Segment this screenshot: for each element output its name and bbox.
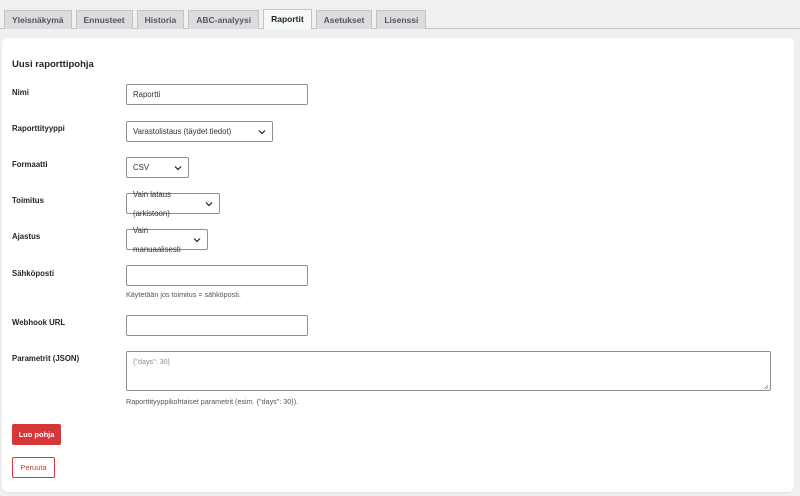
webhook-url-input[interactable]	[126, 315, 308, 336]
tab-forecasts[interactable]: Ennusteet	[75, 10, 133, 29]
name-input[interactable]: Raportti	[126, 84, 308, 105]
chevron-down-icon	[193, 236, 201, 244]
delivery-select[interactable]: Vain lataus (arkistoon)	[126, 190, 220, 218]
email-help-text: Käytetään jos toimitus = sähköposti.	[126, 290, 241, 299]
chevron-down-icon	[174, 164, 182, 172]
tab-history[interactable]: Historia	[136, 10, 185, 29]
params-label: Parametrit (JSON)	[12, 354, 80, 363]
report-template-card: Uusi raporttipohja Nimi Raportti Raportt…	[2, 38, 794, 492]
format-value: CSV	[133, 163, 150, 172]
form-title: Uusi raporttipohja	[12, 59, 94, 70]
params-placeholder: {"days": 30}	[133, 357, 171, 366]
tab-license[interactable]: Lisenssi	[376, 10, 427, 29]
report-type-value: Varastolistaus (täydet tiedot)	[133, 127, 232, 136]
schedule-label: Ajastus	[12, 232, 41, 241]
format-label: Formaatti	[12, 160, 48, 169]
webhook-label: Webhook URL	[12, 318, 66, 327]
chevron-down-icon	[258, 128, 266, 136]
email-label: Sähköposti	[12, 269, 55, 278]
name-label: Nimi	[12, 88, 29, 97]
schedule-select[interactable]: Vain manuaalisesti	[126, 226, 208, 254]
tab-abc-analysis[interactable]: ABC-analyysi	[188, 10, 260, 29]
cancel-button[interactable]: Peruuta	[12, 457, 55, 478]
delivery-label: Toimitus	[12, 196, 44, 205]
tab-overview[interactable]: Yleisnäkymä	[4, 10, 72, 29]
tab-bar: Yleisnäkymä Ennusteet Historia ABC-analy…	[4, 9, 427, 29]
delivery-value: Vain lataus (arkistoon)	[133, 189, 171, 218]
params-help-text: Raporttityyppikohtaiset parametrit (esim…	[126, 397, 299, 406]
create-template-button[interactable]: Luo pohja	[12, 424, 61, 445]
email-input[interactable]	[126, 265, 308, 286]
format-select[interactable]: CSV	[126, 157, 189, 178]
params-json-textarea[interactable]: {"days": 30}	[126, 351, 771, 391]
resize-handle-icon[interactable]	[763, 383, 769, 390]
report-type-select[interactable]: Varastolistaus (täydet tiedot)	[126, 121, 273, 142]
tab-reports[interactable]: Raportit	[263, 9, 312, 29]
tab-settings[interactable]: Asetukset	[315, 10, 373, 29]
report-type-label: Raporttityyppi	[12, 124, 65, 133]
schedule-value: Vain manuaalisesti	[133, 225, 181, 254]
chevron-down-icon	[205, 200, 213, 208]
